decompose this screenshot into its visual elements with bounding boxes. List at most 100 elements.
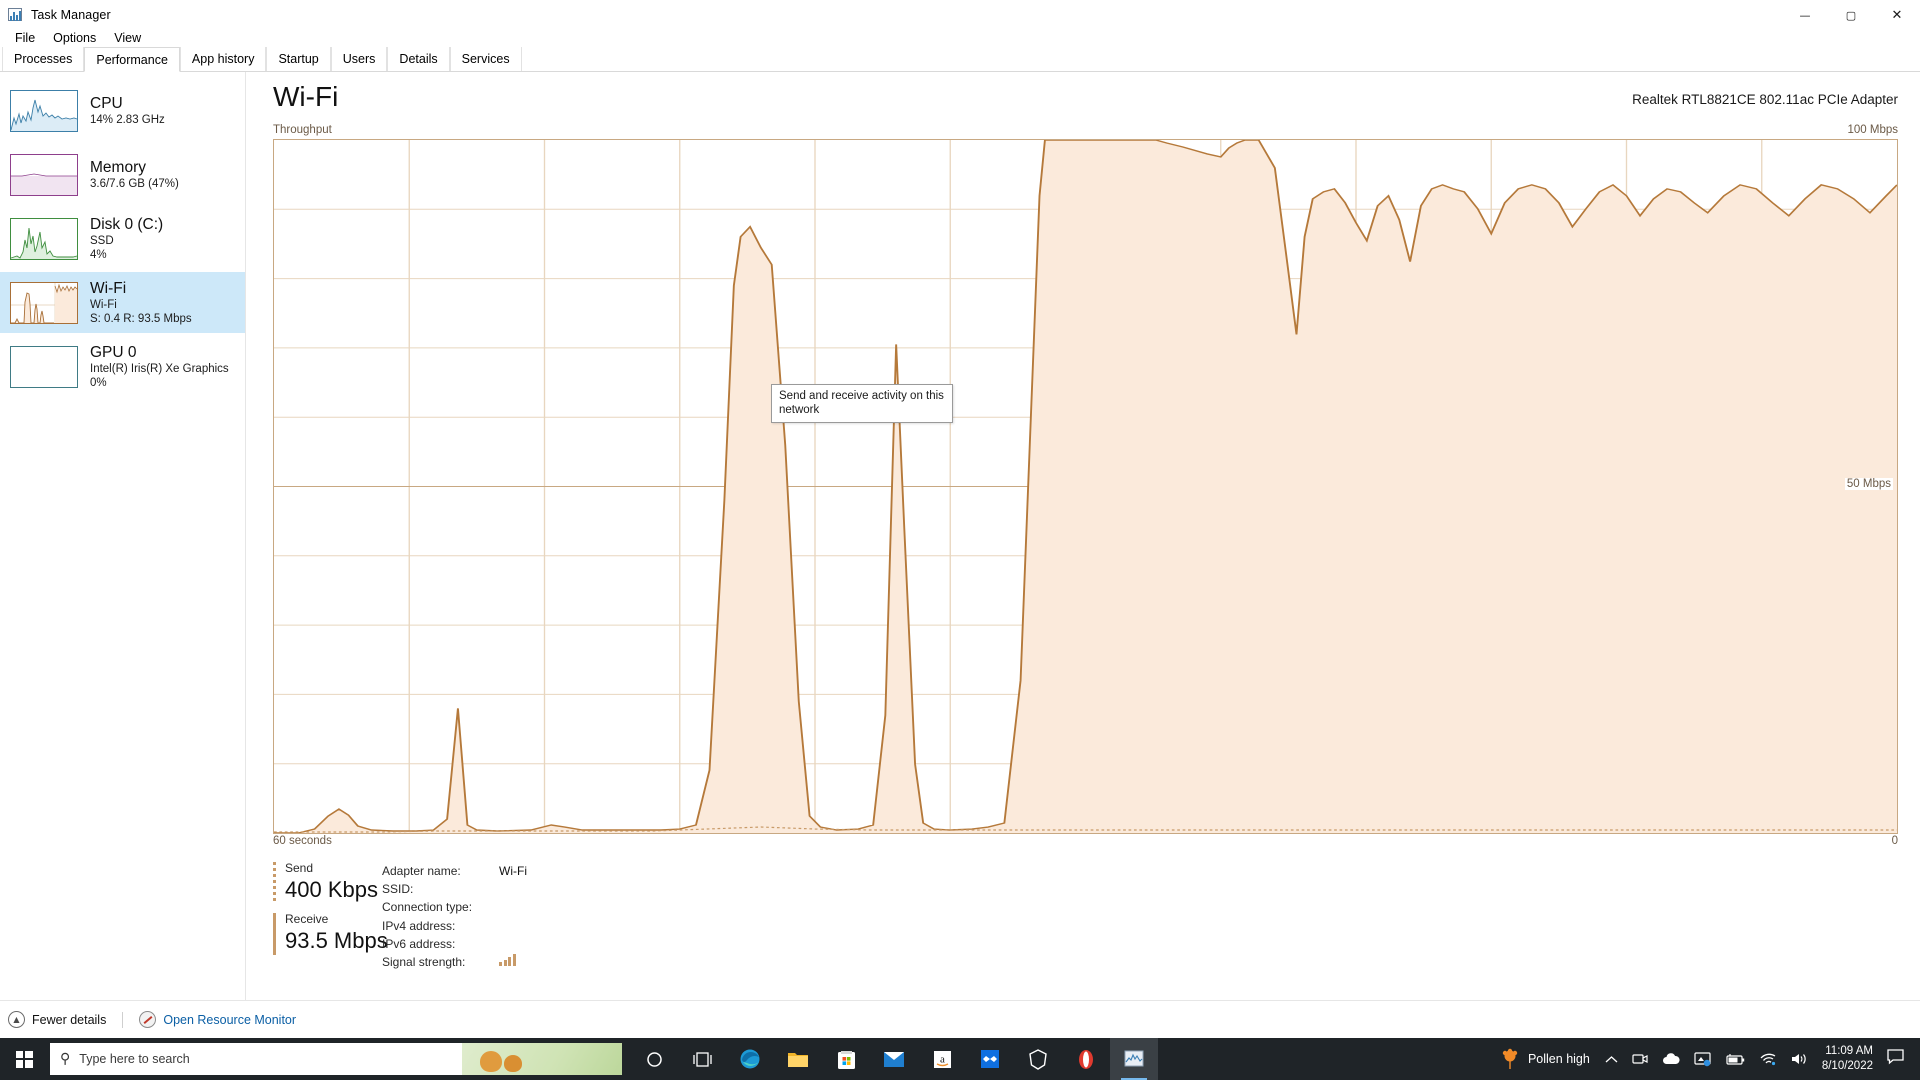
amazon-icon[interactable]: a bbox=[918, 1038, 966, 1080]
sidebar-item-gpu[interactable]: GPU 0 Intel(R) Iris(R) Xe Graphics 0% bbox=[0, 336, 245, 397]
notifications-icon[interactable] bbox=[1883, 1049, 1916, 1069]
wifi-thumbnail-graph bbox=[10, 282, 78, 324]
maximize-button[interactable]: ▢ bbox=[1828, 0, 1874, 30]
info-key: IPv4 address: bbox=[382, 917, 499, 935]
menu-options[interactable]: Options bbox=[44, 29, 105, 47]
chart-top-labels: Throughput 100 Mbps bbox=[273, 124, 1898, 139]
info-key: IPv6 address: bbox=[382, 935, 499, 953]
microsoft-store-icon[interactable] bbox=[822, 1038, 870, 1080]
sidebar-item-gpu-sub1: Intel(R) Iris(R) Xe Graphics bbox=[90, 362, 229, 376]
wifi-detail-pane: Wi-Fi Realtek RTL8821CE 802.11ac PCIe Ad… bbox=[247, 72, 1920, 1000]
throughput-graph-svg bbox=[274, 140, 1897, 833]
tab-services[interactable]: Services bbox=[450, 47, 522, 71]
sidebar-item-wifi-sub1: Wi-Fi bbox=[90, 298, 192, 312]
receive-legend-swatch bbox=[273, 913, 276, 955]
sidebar-item-wifi-title: Wi-Fi bbox=[90, 280, 192, 298]
volume-icon[interactable] bbox=[1784, 1038, 1816, 1080]
pollen-label: Pollen high bbox=[1528, 1052, 1590, 1066]
window-controls: — ▢ ✕ bbox=[1782, 0, 1920, 30]
info-key: Connection type: bbox=[382, 898, 499, 916]
resource-sidebar: CPU 14% 2.83 GHz Memory 3.6/7.6 GB (47%) bbox=[0, 72, 246, 1000]
info-row-ssid: SSID: bbox=[382, 880, 527, 898]
clock-time: 11:09 AM bbox=[1822, 1044, 1873, 1059]
cortana-icon[interactable] bbox=[630, 1038, 678, 1080]
sidebar-item-cpu-sub: 14% 2.83 GHz bbox=[90, 113, 165, 127]
sidebar-item-memory[interactable]: Memory 3.6/7.6 GB (47%) bbox=[0, 144, 245, 205]
send-legend-swatch bbox=[273, 862, 276, 904]
resource-monitor-icon bbox=[139, 1011, 156, 1028]
wifi-icon[interactable] bbox=[1752, 1038, 1784, 1080]
battery-icon[interactable] bbox=[1718, 1038, 1752, 1080]
sidebar-item-gpu-text: GPU 0 Intel(R) Iris(R) Xe Graphics 0% bbox=[90, 344, 229, 390]
mail-icon[interactable] bbox=[870, 1038, 918, 1080]
taskbar-clock[interactable]: 11:09 AM 8/10/2022 bbox=[1816, 1044, 1883, 1074]
sidebar-item-cpu-text: CPU 14% 2.83 GHz bbox=[90, 95, 165, 127]
taskbar-icons: a bbox=[630, 1038, 1158, 1080]
title-bar: Task Manager — ▢ ✕ bbox=[0, 0, 1920, 30]
task-manager-icon bbox=[7, 7, 23, 23]
throughput-chart-area: Throughput 100 Mbps bbox=[273, 124, 1898, 851]
pollen-widget[interactable]: Pollen high bbox=[1488, 1049, 1598, 1070]
chart-ymid-label: 50 Mbps bbox=[1845, 478, 1893, 490]
menu-file[interactable]: File bbox=[6, 29, 44, 47]
stat-column: Send 400 Kbps Receive 93.5 Mbps bbox=[273, 860, 381, 962]
tab-performance[interactable]: Performance bbox=[84, 47, 180, 72]
sidebar-item-disk-sub1: SSD bbox=[90, 234, 163, 248]
status-bar-divider bbox=[122, 1012, 123, 1028]
tab-details[interactable]: Details bbox=[387, 47, 449, 71]
pollen-icon bbox=[1500, 1049, 1520, 1070]
throughput-graph: 50 Mbps bbox=[273, 139, 1898, 834]
chart-title-label: Throughput bbox=[273, 124, 332, 136]
tab-app-history[interactable]: App history bbox=[180, 47, 267, 71]
edge-icon[interactable] bbox=[726, 1038, 774, 1080]
display-settings-icon[interactable] bbox=[1687, 1038, 1718, 1080]
fewer-details-button[interactable]: ▲ Fewer details bbox=[8, 1011, 106, 1028]
task-manager-taskbar-icon[interactable] bbox=[1110, 1038, 1158, 1080]
brave-icon[interactable] bbox=[1014, 1038, 1062, 1080]
opera-icon[interactable] bbox=[1062, 1038, 1110, 1080]
tab-startup[interactable]: Startup bbox=[266, 47, 330, 71]
close-button[interactable]: ✕ bbox=[1874, 0, 1920, 30]
task-view-icon[interactable] bbox=[678, 1038, 726, 1080]
dropbox-icon[interactable] bbox=[966, 1038, 1014, 1080]
info-row-adapter-name: Adapter name: Wi-Fi bbox=[382, 862, 527, 880]
menu-bar: File Options View bbox=[0, 27, 1920, 49]
page-title: Wi-Fi bbox=[273, 80, 338, 114]
send-label: Send bbox=[285, 860, 381, 876]
tab-users[interactable]: Users bbox=[331, 47, 388, 71]
task-manager-window: Task Manager — ▢ ✕ File Options View Pro… bbox=[0, 0, 1920, 1080]
onedrive-icon[interactable] bbox=[1655, 1038, 1687, 1080]
sidebar-item-gpu-title: GPU 0 bbox=[90, 344, 229, 362]
sidebar-item-gpu-sub2: 0% bbox=[90, 376, 229, 390]
signal-strength-icon bbox=[499, 953, 516, 966]
sidebar-item-cpu[interactable]: CPU 14% 2.83 GHz bbox=[0, 80, 245, 141]
sidebar-item-cpu-title: CPU bbox=[90, 95, 165, 113]
sidebar-item-disk-text: Disk 0 (C:) SSD 4% bbox=[90, 216, 163, 262]
sidebar-item-wifi-sub2: S: 0.4 R: 93.5 Mbps bbox=[90, 312, 192, 326]
tab-strip: Processes Performance App history Startu… bbox=[0, 47, 1920, 72]
sidebar-item-disk[interactable]: Disk 0 (C:) SSD 4% bbox=[0, 208, 245, 269]
sidebar-item-wifi[interactable]: Wi-Fi Wi-Fi S: 0.4 R: 93.5 Mbps bbox=[0, 272, 245, 333]
sidebar-item-disk-title: Disk 0 (C:) bbox=[90, 216, 163, 234]
minimize-button[interactable]: — bbox=[1782, 0, 1828, 30]
show-hidden-icons-button[interactable] bbox=[1598, 1038, 1625, 1080]
search-input[interactable]: ⚲ Type here to search bbox=[50, 1043, 622, 1075]
info-key: Signal strength: bbox=[382, 953, 499, 971]
camera-icon[interactable] bbox=[1625, 1038, 1655, 1080]
fewer-details-label: Fewer details bbox=[32, 1013, 106, 1027]
menu-view[interactable]: View bbox=[105, 29, 150, 47]
chart-tooltip: Send and receive activity on this networ… bbox=[771, 384, 953, 423]
open-resource-monitor-link[interactable]: Open Resource Monitor bbox=[139, 1011, 296, 1028]
info-row-connection-type: Connection type: bbox=[382, 898, 527, 916]
svg-text:a: a bbox=[940, 1053, 945, 1065]
sidebar-item-memory-sub: 3.6/7.6 GB (47%) bbox=[90, 177, 179, 191]
info-row-signal-strength: Signal strength: bbox=[382, 953, 527, 971]
chart-xright-label: 0 bbox=[1892, 835, 1898, 847]
tab-processes[interactable]: Processes bbox=[2, 47, 84, 71]
start-button[interactable] bbox=[0, 1038, 48, 1080]
send-stat: Send 400 Kbps bbox=[273, 860, 381, 903]
info-key: SSID: bbox=[382, 880, 499, 898]
file-explorer-icon[interactable] bbox=[774, 1038, 822, 1080]
chart-xleft-label: 60 seconds bbox=[273, 835, 332, 847]
clock-date: 8/10/2022 bbox=[1822, 1059, 1873, 1074]
